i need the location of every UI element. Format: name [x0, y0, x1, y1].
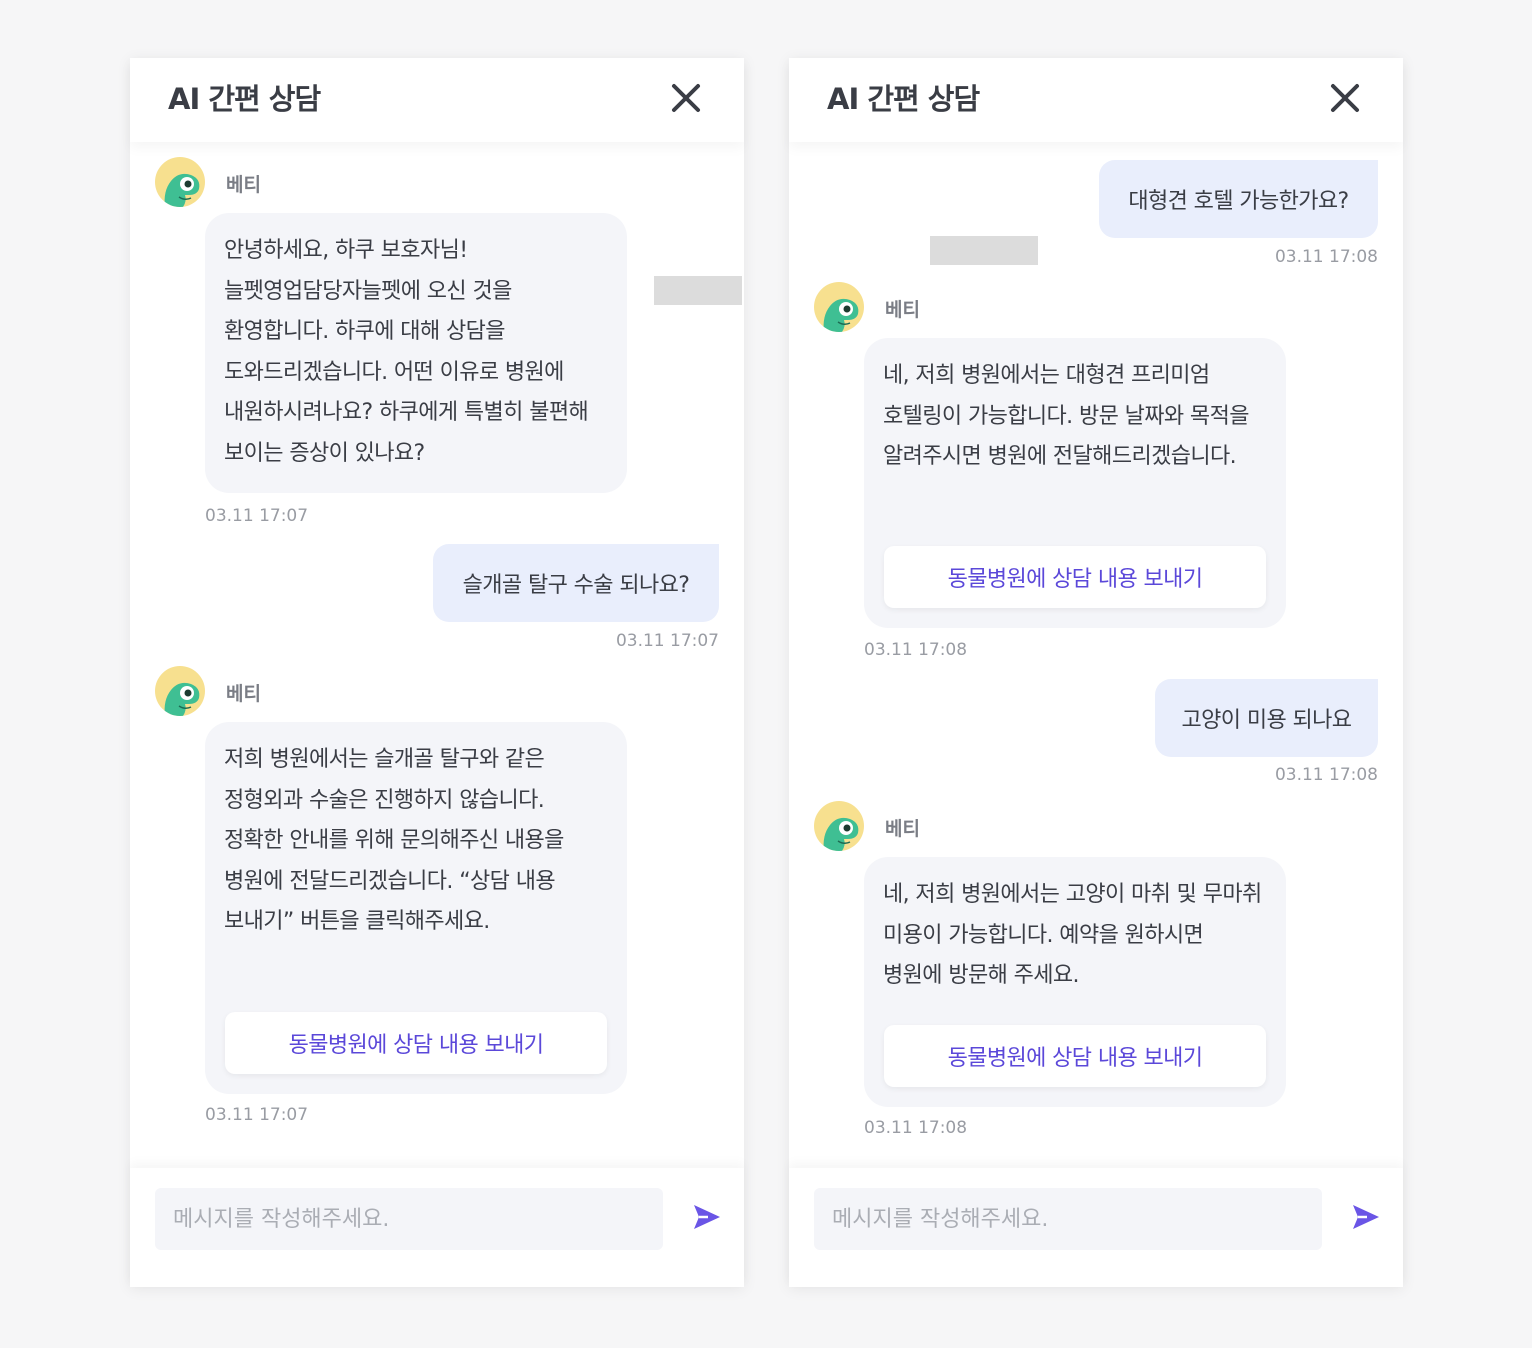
redaction-block: [930, 236, 1038, 265]
message-time: 03.11 17:08: [1274, 765, 1378, 785]
message-input-bar: [130, 1168, 744, 1287]
chameleon-mascot-icon: [164, 682, 200, 716]
send-icon[interactable]: [1351, 1202, 1381, 1232]
chat-title: AI 간편 상담: [827, 82, 980, 116]
chat-header: AI 간편 상담: [789, 58, 1403, 142]
send-icon[interactable]: [692, 1202, 722, 1232]
sender-name: 베티: [885, 299, 920, 321]
sender-name: 베티: [226, 174, 261, 196]
message-time: 03.11 17:07: [205, 1105, 309, 1125]
bot-message: 안녕하세요, 하쿠 보호자님! 늘펫영업담당자늘펫에 오신 것을 환영합니다. …: [205, 213, 627, 493]
message-time: 03.11 17:07: [205, 506, 309, 526]
chat-header: AI 간편 상담: [130, 58, 744, 142]
close-icon[interactable]: [1325, 78, 1365, 118]
user-message: 고양이 미용 되나요: [1155, 679, 1378, 757]
sender-name: 베티: [226, 683, 261, 705]
redaction-block: [654, 276, 742, 305]
message-time: 03.11 17:07: [615, 631, 719, 651]
chameleon-mascot-icon: [823, 817, 859, 851]
bot-avatar: [814, 801, 864, 851]
chameleon-mascot-icon: [164, 173, 200, 207]
close-icon[interactable]: [666, 78, 706, 118]
user-message: 슬개골 탈구 수술 되나요?: [433, 544, 719, 622]
send-consultation-button[interactable]: 동물병원에 상담 내용 보내기: [884, 1025, 1266, 1087]
user-message: 대형견 호텔 가능한가요?: [1099, 160, 1378, 238]
send-consultation-button[interactable]: 동물병원에 상담 내용 보내기: [884, 546, 1266, 608]
sender-name: 베티: [885, 818, 920, 840]
chat-panel-right: AI 간편 상담 대형견 호텔 가능한가요? 03.11 17:08 베티 네,…: [789, 58, 1403, 1287]
message-input[interactable]: [155, 1188, 663, 1250]
message-input[interactable]: [814, 1188, 1322, 1250]
message-input-bar: [789, 1168, 1403, 1287]
bot-message-text: 네, 저희 병원에서는 고양이 마취 및 무마취 미용이 가능합니다. 예약을 …: [883, 882, 1262, 988]
chameleon-mascot-icon: [823, 298, 859, 332]
bot-message-text: 저희 병원에서는 슬개골 탈구와 같은 정형외과 수술은 진행하지 않습니다. …: [224, 747, 564, 934]
chat-title: AI 간편 상담: [168, 82, 321, 116]
bot-avatar: [155, 157, 205, 207]
message-time: 03.11 17:08: [864, 1118, 968, 1138]
chat-panel-left: AI 간편 상담 베티 안녕하세요, 하쿠 보호자님! 늘펫영업담당자늘펫에 오…: [130, 58, 744, 1287]
message-time: 03.11 17:08: [864, 640, 968, 660]
send-consultation-button[interactable]: 동물병원에 상담 내용 보내기: [225, 1012, 607, 1074]
bot-avatar: [155, 666, 205, 716]
bot-avatar: [814, 282, 864, 332]
bot-message-text: 네, 저희 병원에서는 대형견 프리미엄 호텔링이 가능합니다. 방문 날짜와 …: [883, 363, 1249, 469]
message-time: 03.11 17:08: [1274, 247, 1378, 267]
